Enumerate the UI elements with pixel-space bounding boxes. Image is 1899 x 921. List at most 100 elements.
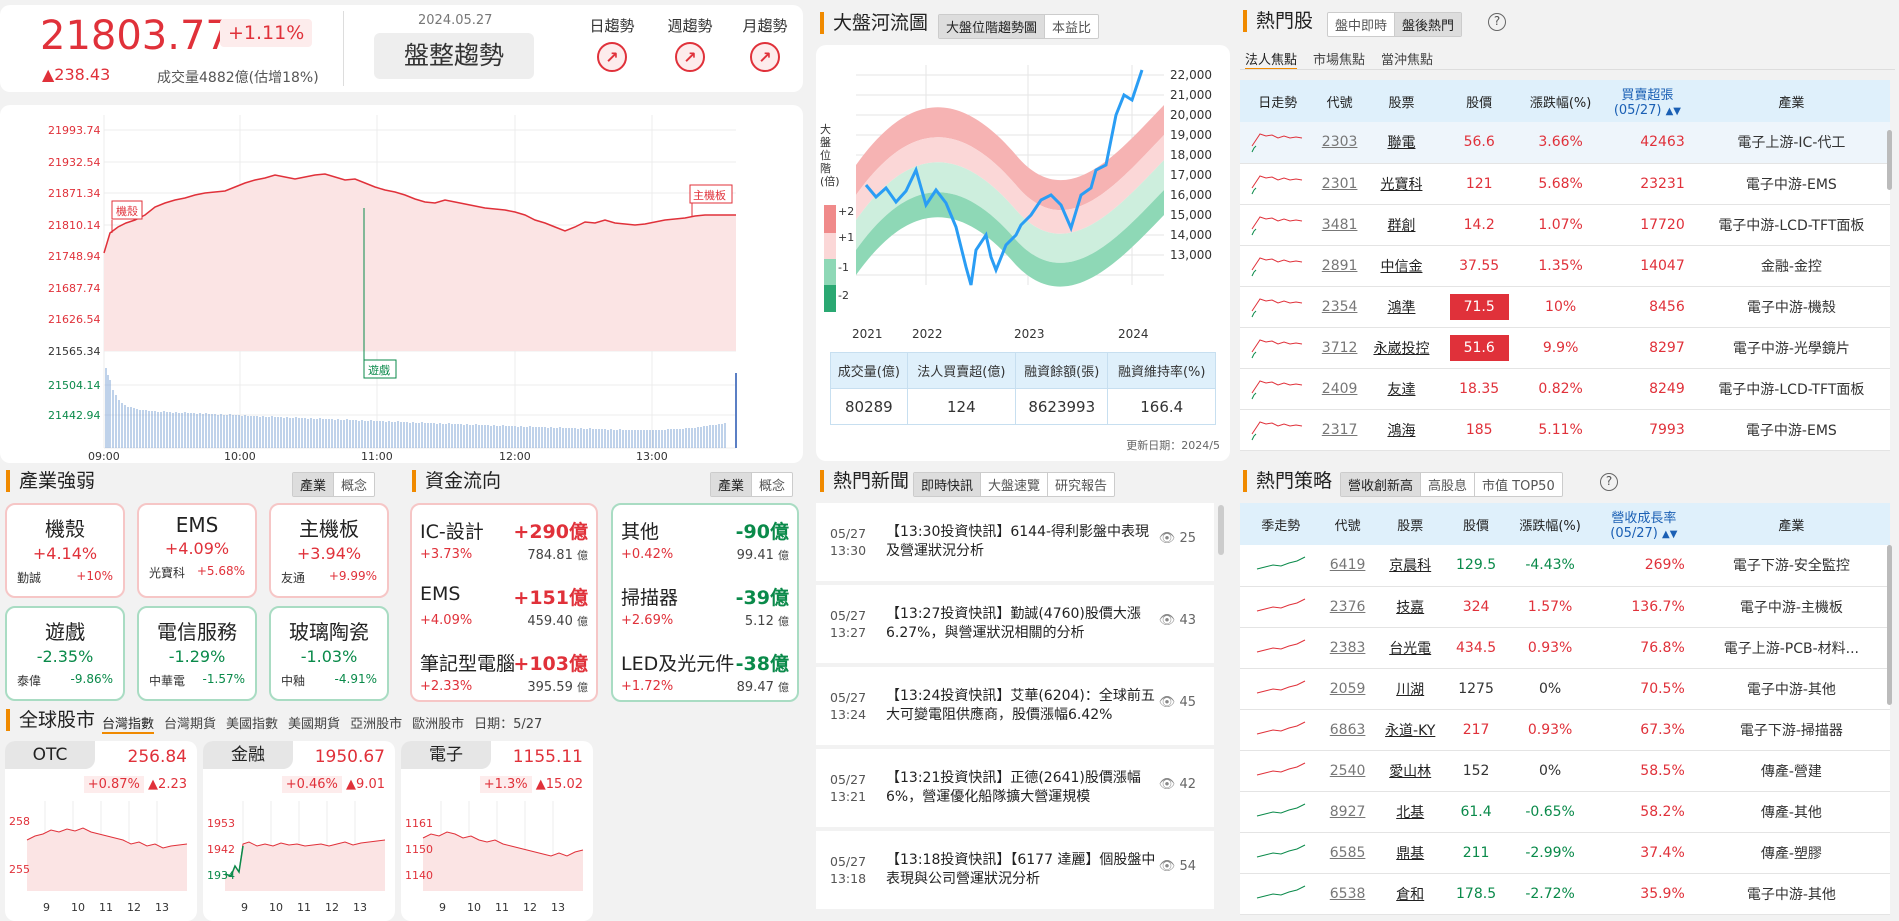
stock-name[interactable]: 倉和: [1373, 873, 1447, 915]
flow-row[interactable]: IC-設計 +290億 +3.73% 784.81 億: [420, 513, 588, 579]
industry-card[interactable]: 玻璃陶瓷 -1.03% 中釉 -4.91%: [269, 606, 389, 701]
stock-code[interactable]: 6863: [1321, 709, 1374, 751]
industry-card[interactable]: 主機板 +3.94% 友通 +9.99%: [269, 503, 389, 598]
tab-market-focus[interactable]: 市場焦點: [1313, 49, 1365, 70]
tab-high-dividend[interactable]: 高股息: [1421, 473, 1476, 496]
table-row[interactable]: 2540 愛山林 152 0% 58.5% 傳產-營建: [1240, 750, 1890, 792]
stock-name[interactable]: 群創: [1363, 204, 1440, 246]
news-headline[interactable]: 【13:24投資快訊】艾華(6204)：全球前五大可變電阻供應商，股價漲幅6.4…: [886, 687, 1156, 725]
tab-industry[interactable]: 產業: [293, 473, 335, 496]
market-mini-card[interactable]: 電子 1155.11 +1.3% ▲15.02 1161 1150 1140 9 10 1…: [401, 741, 593, 921]
tab-us-futures[interactable]: 美國期貨: [288, 713, 340, 734]
stock-name[interactable]: 光寶科: [1363, 163, 1440, 205]
trend-weekly[interactable]: 週趨勢 ↗: [660, 15, 720, 72]
hot-scrollbar[interactable]: [1887, 130, 1892, 190]
industry-card[interactable]: 電信服務 -1.29% 中華電 -1.57%: [137, 606, 257, 701]
sort-icon[interactable]: ▲▼: [1662, 529, 1677, 540]
stock-code[interactable]: 6419: [1321, 545, 1374, 587]
stock-code[interactable]: 2354: [1315, 286, 1364, 328]
news-headline[interactable]: 【13:21投資快訊】正德(2641)股價漲幅6%，營運優化船隊擴大營運規模: [886, 769, 1156, 807]
stock-name[interactable]: 台光電: [1373, 627, 1447, 669]
table-row[interactable]: 8927 北基 61.4 -0.65% 58.2% 傳產-其他: [1240, 791, 1890, 833]
industry-card[interactable]: EMS +4.09% 光寶科 +5.68%: [137, 503, 257, 598]
news-headline[interactable]: 【13:30投資快訊】6144-得利影盤中表現及營運狀況分析: [886, 523, 1156, 561]
table-row[interactable]: 2376 技嘉 324 1.57% 136.7% 電子中游-主機板: [1240, 586, 1890, 628]
stock-code[interactable]: 2301: [1315, 163, 1364, 205]
tab-pe-ratio[interactable]: 本益比: [1045, 15, 1099, 38]
tab-daytrade-focus[interactable]: 當沖焦點: [1381, 49, 1433, 70]
tab-top50[interactable]: 市值 TOP50: [1475, 473, 1562, 496]
sort-icon[interactable]: ▲▼: [1666, 106, 1681, 117]
stock-code[interactable]: 2540: [1321, 750, 1374, 792]
table-row[interactable]: 2409 友達 18.35 0.82% 8249 電子中游-LCD-TFT面板: [1240, 368, 1890, 410]
trend-monthly[interactable]: 月趨勢 ↗: [735, 15, 795, 72]
stock-code[interactable]: 2383: [1321, 627, 1374, 669]
table-row[interactable]: 2301 光寶科 121 5.68% 23231 電子中游-EMS: [1240, 163, 1890, 205]
stock-code[interactable]: 2317: [1315, 409, 1364, 451]
stock-name[interactable]: 鼎基: [1373, 832, 1447, 874]
stock-name[interactable]: 中信金: [1363, 245, 1440, 287]
stock-name[interactable]: 北基: [1373, 791, 1447, 833]
tab-river-level[interactable]: 大盤位階趨勢圖: [939, 15, 1046, 38]
table-row[interactable]: 2059 川湖 1275 0% 70.5% 電子中游-其他: [1240, 668, 1890, 710]
table-row[interactable]: 2354 鴻準 71.5 10% 8456 電子中游-機殼: [1240, 286, 1890, 328]
table-row[interactable]: 2303 聯電 56.6 3.66% 42463 電子上游-IC-代工: [1240, 122, 1890, 164]
stock-name[interactable]: 友達: [1363, 368, 1440, 410]
stock-code[interactable]: 3712: [1315, 327, 1364, 369]
market-mini-card[interactable]: 金融 1950.67 +0.46% ▲9.01 1953 1942 1934 9 10 1…: [203, 741, 395, 921]
tab-revenue-high[interactable]: 營收創新高: [1341, 473, 1422, 496]
table-row[interactable]: 2383 台光電 434.5 0.93% 76.8% 電子上游-PCB-材料..…: [1240, 627, 1890, 669]
stock-code[interactable]: 8927: [1321, 791, 1374, 833]
stock-code[interactable]: 2376: [1321, 586, 1374, 628]
column-header[interactable]: 買賣超張 (05/27) ▲▼: [1602, 80, 1693, 122]
table-row[interactable]: 2317 鴻海 185 5.11% 7993 電子中游-EMS: [1240, 409, 1890, 451]
flow-row[interactable]: LED及光元件 -38億 +1.72% 89.47 億: [621, 645, 789, 711]
flow-row[interactable]: 其他 -90億 +0.42% 99.41 億: [621, 513, 789, 579]
help-icon[interactable]: ?: [1488, 13, 1506, 31]
stock-name[interactable]: 技嘉: [1373, 586, 1447, 628]
market-mini-card[interactable]: OTC 256.84 +0.87% ▲2.23 258 255 9 10 11 12 13: [5, 741, 197, 921]
stock-name[interactable]: 永道-KY: [1373, 709, 1447, 751]
stock-code[interactable]: 2891: [1315, 245, 1364, 287]
news-item[interactable]: 05/27 13:27 【13:27投資快訊】勤誠(4760)股價大漲6.27%，…: [816, 585, 1214, 663]
strategy-scrollbar[interactable]: [1887, 545, 1892, 705]
tab-realtime[interactable]: 即時快訊: [914, 473, 982, 496]
tab-industry[interactable]: 產業: [711, 473, 753, 496]
table-row[interactable]: 3481 群創 14.2 1.07% 17720 電子中游-LCD-TFT面板: [1240, 204, 1890, 246]
news-headline[interactable]: 【13:27投資快訊】勤誠(4760)股價大漲6.27%，與營運狀況相關的分析: [886, 605, 1156, 643]
tab-concept[interactable]: 概念: [334, 473, 375, 496]
tab-institutional[interactable]: 法人焦點: [1245, 49, 1298, 70]
stock-name[interactable]: 愛山林: [1373, 750, 1447, 792]
tab-intraday[interactable]: 盤中即時: [1328, 13, 1396, 36]
industry-card[interactable]: 遊戲 -2.35% 泰偉 -9.86%: [5, 606, 125, 701]
help-icon[interactable]: ?: [1600, 473, 1618, 491]
stock-code[interactable]: 2059: [1321, 668, 1374, 710]
stock-code[interactable]: 2303: [1315, 122, 1364, 164]
news-headline[interactable]: 【13:18投資快訊】【6177 達麗】個股盤中表現與公司營運狀況分析: [886, 851, 1156, 889]
trend-daily[interactable]: 日趨勢 ↗: [582, 15, 642, 72]
tab-market-overview[interactable]: 大盤速覽: [981, 473, 1049, 496]
tab-after-hours[interactable]: 盤後熱門: [1395, 13, 1462, 36]
table-row[interactable]: 6863 永道-KY 217 0.93% 67.3% 電子下游-掃描器: [1240, 709, 1890, 751]
tab-research[interactable]: 研究報告: [1048, 473, 1115, 496]
tab-us-index[interactable]: 美國指數: [226, 713, 278, 734]
table-row[interactable]: 6419 京晨科 129.5 -4.43% 269% 電子下游-安全監控: [1240, 545, 1890, 587]
tab-concept[interactable]: 概念: [752, 473, 793, 496]
stock-name[interactable]: 聯電: [1363, 122, 1440, 164]
news-item[interactable]: 05/27 13:18 【13:18投資快訊】【6177 達麗】個股盤中表現與公司…: [816, 831, 1214, 909]
stock-code[interactable]: 2409: [1315, 368, 1364, 410]
table-row[interactable]: 2891 中信金 37.55 1.35% 14047 金融-金控: [1240, 245, 1890, 287]
tab-asia[interactable]: 亞洲股市: [350, 713, 402, 734]
news-item[interactable]: 05/27 13:24 【13:24投資快訊】艾華(6204)：全球前五大可變電阻…: [816, 667, 1214, 745]
stock-name[interactable]: 京晨科: [1373, 545, 1447, 587]
stock-code[interactable]: 3481: [1315, 204, 1364, 246]
stock-name[interactable]: 鴻海: [1363, 409, 1440, 451]
column-header[interactable]: 營收成長率 (05/27) ▲▼: [1594, 503, 1693, 545]
table-row[interactable]: 3712 永崴投控 51.6 9.9% 8297 電子中游-光學鏡片: [1240, 327, 1890, 369]
flow-row[interactable]: 筆記型電腦 +103億 +2.33% 395.59 億: [420, 645, 588, 711]
stock-name[interactable]: 鴻準: [1363, 286, 1440, 328]
flow-row[interactable]: 掃描器 -39億 +2.69% 5.12 億: [621, 579, 789, 645]
news-item[interactable]: 05/27 13:21 【13:21投資快訊】正德(2641)股價漲幅6%，營運優…: [816, 749, 1214, 827]
stock-code[interactable]: 6538: [1321, 873, 1374, 915]
stock-code[interactable]: 6585: [1321, 832, 1374, 874]
